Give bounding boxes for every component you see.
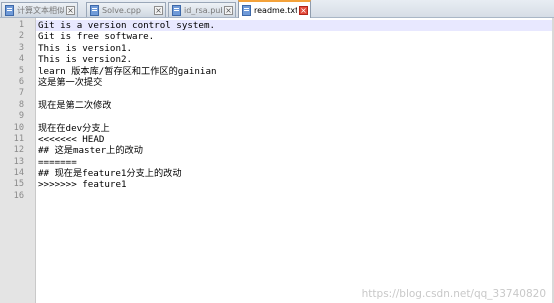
- line-numbers: 1 2 3 4 5 6 7 8 9 10 11 12 13 14 15 16: [0, 20, 24, 202]
- notepad-plus-plus-window: 计算文本相似度.py × Solve.cpp × id_rsa.pub ×: [0, 0, 554, 303]
- line-number: 11: [13, 133, 24, 144]
- file-icon: [90, 4, 99, 16]
- line-number: 16: [13, 190, 24, 201]
- file-icon: [242, 4, 251, 16]
- tab-bar: 计算文本相似度.py × Solve.cpp × id_rsa.pub ×: [0, 0, 554, 18]
- code-line[interactable]: learn 版本库/暂存区和工作区的gainian: [36, 66, 552, 77]
- line-number: 7: [18, 88, 24, 99]
- line-number: 8: [18, 99, 24, 110]
- line-number: 12: [13, 145, 24, 156]
- close-icon[interactable]: ×: [66, 5, 75, 15]
- line-number: 15: [13, 179, 24, 190]
- text-editor[interactable]: 1 2 3 4 5 6 7 8 9 10 11 12 13 14 15 16 G…: [0, 18, 554, 303]
- code-area[interactable]: Git is a version control system. Git is …: [36, 20, 552, 202]
- code-line[interactable]: =======: [36, 157, 552, 168]
- line-number-gutter: 1 2 3 4 5 6 7 8 9 10 11 12 13 14 15 16: [0, 18, 36, 303]
- line-number: 1: [18, 20, 24, 30]
- code-line-current[interactable]: Git is a version control system.: [36, 20, 552, 32]
- tab-readme-txt[interactable]: readme.txt ×: [238, 0, 311, 18]
- code-line[interactable]: 这是第一次提交: [36, 77, 552, 88]
- code-line[interactable]: 现在在dev分支上: [36, 123, 552, 134]
- close-icon[interactable]: ×: [224, 5, 233, 15]
- tab-label: readme.txt: [254, 5, 297, 15]
- file-icon: [172, 4, 181, 16]
- code-line[interactable]: [36, 191, 552, 202]
- code-line[interactable]: ## 现在是feature1分支上的改动: [36, 168, 552, 179]
- code-line[interactable]: [36, 111, 552, 122]
- code-line[interactable]: 现在是第二次修改: [36, 100, 552, 111]
- code-line[interactable]: Git is free software.: [36, 31, 552, 42]
- watermark: https://blog.csdn.net/qq_33740820: [361, 288, 546, 300]
- line-number: 5: [18, 65, 24, 76]
- code-line[interactable]: [36, 88, 552, 99]
- line-number: 2: [18, 31, 24, 42]
- code-line[interactable]: This is version2.: [36, 54, 552, 65]
- tab-label: 计算文本相似度.py: [17, 5, 64, 15]
- line-number: 9: [18, 111, 24, 122]
- tab-similarity-py[interactable]: 计算文本相似度.py ×: [1, 2, 78, 17]
- close-icon[interactable]: ×: [154, 5, 163, 15]
- tab-label: id_rsa.pub: [184, 5, 222, 15]
- code-line[interactable]: <<<<<<< HEAD: [36, 134, 552, 145]
- close-icon[interactable]: ×: [299, 5, 308, 15]
- tab-label: Solve.cpp: [102, 5, 141, 15]
- line-number: 6: [18, 76, 24, 87]
- line-number: 13: [13, 156, 24, 167]
- line-number: 10: [13, 122, 24, 133]
- line-number: 3: [18, 42, 24, 53]
- line-number: 14: [13, 168, 24, 179]
- tab-solve-cpp[interactable]: Solve.cpp ×: [86, 2, 166, 17]
- file-icon: [5, 4, 14, 16]
- code-line[interactable]: >>>>>>> feature1: [36, 179, 552, 190]
- line-number: 4: [18, 54, 24, 65]
- tab-id-rsa-pub[interactable]: id_rsa.pub ×: [168, 2, 236, 17]
- code-line[interactable]: This is version1.: [36, 43, 552, 54]
- code-line[interactable]: ## 这是master上的改动: [36, 145, 552, 156]
